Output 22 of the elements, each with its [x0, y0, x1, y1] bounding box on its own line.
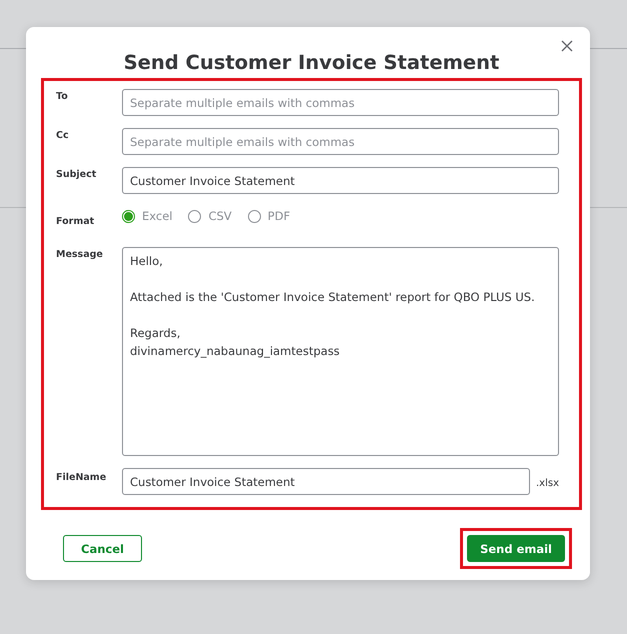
- input-field[interactable]: Customer Invoice Statement: [122, 468, 530, 495]
- field-label: Format: [56, 215, 96, 227]
- input-field[interactable]: Separate multiple emails with commas: [122, 89, 559, 116]
- field-label: Cc: [56, 129, 70, 141]
- close-icon[interactable]: [560, 39, 574, 53]
- radio-label: CSV: [208, 209, 232, 223]
- radio-button[interactable]: [188, 210, 202, 222]
- field-label: Subject: [56, 168, 98, 180]
- cancel-button[interactable]: Cancel: [63, 535, 142, 562]
- radio-label: PDF: [268, 209, 290, 223]
- radio-button[interactable]: [248, 210, 261, 222]
- radio-label: Excel: [142, 209, 172, 223]
- file-extension: .xlsx: [536, 477, 559, 489]
- message-field[interactable]: Hello, Attached is the 'Customer Invoice Statement' report for QBO PLUS US. Regards, divinamercy_nabaunag_iamtestpass: [122, 247, 559, 456]
- radio-button[interactable]: [122, 210, 135, 222]
- send-button[interactable]: Send email: [467, 535, 565, 562]
- input-field[interactable]: Separate multiple emails with commas: [122, 128, 559, 155]
- field-label: Message: [56, 248, 104, 260]
- field-label: FileName: [56, 471, 108, 483]
- input-field[interactable]: Customer Invoice Statement: [122, 167, 559, 194]
- field-label: To: [56, 90, 69, 102]
- dialog-title: Send Customer Invoice Statement: [122, 51, 500, 74]
